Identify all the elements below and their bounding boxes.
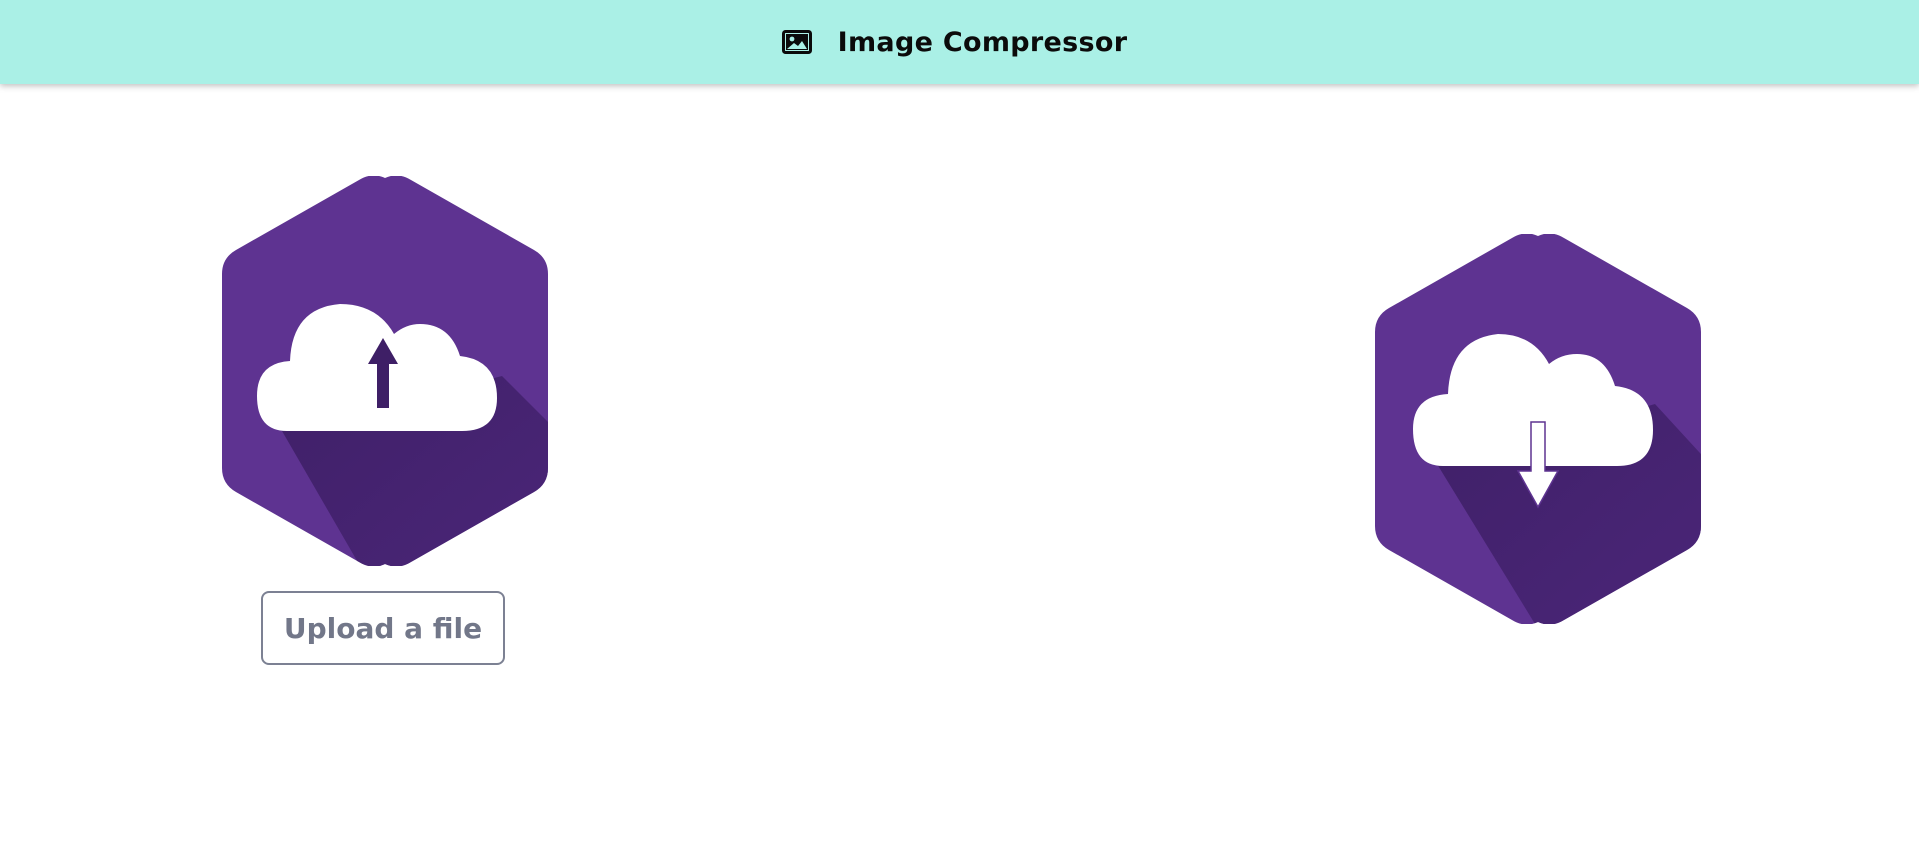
cloud-download-icon[interactable]	[1365, 234, 1711, 624]
app-title: Image Compressor	[837, 26, 1128, 58]
upload-button[interactable]: Upload a file	[261, 591, 505, 665]
download-panel	[1365, 234, 1711, 624]
cloud-upload-icon[interactable]	[212, 176, 558, 566]
image-icon	[781, 30, 812, 54]
brand: Image Compressor	[781, 26, 1128, 58]
top-navbar: Image Compressor	[0, 0, 1919, 84]
upload-panel	[212, 176, 558, 566]
